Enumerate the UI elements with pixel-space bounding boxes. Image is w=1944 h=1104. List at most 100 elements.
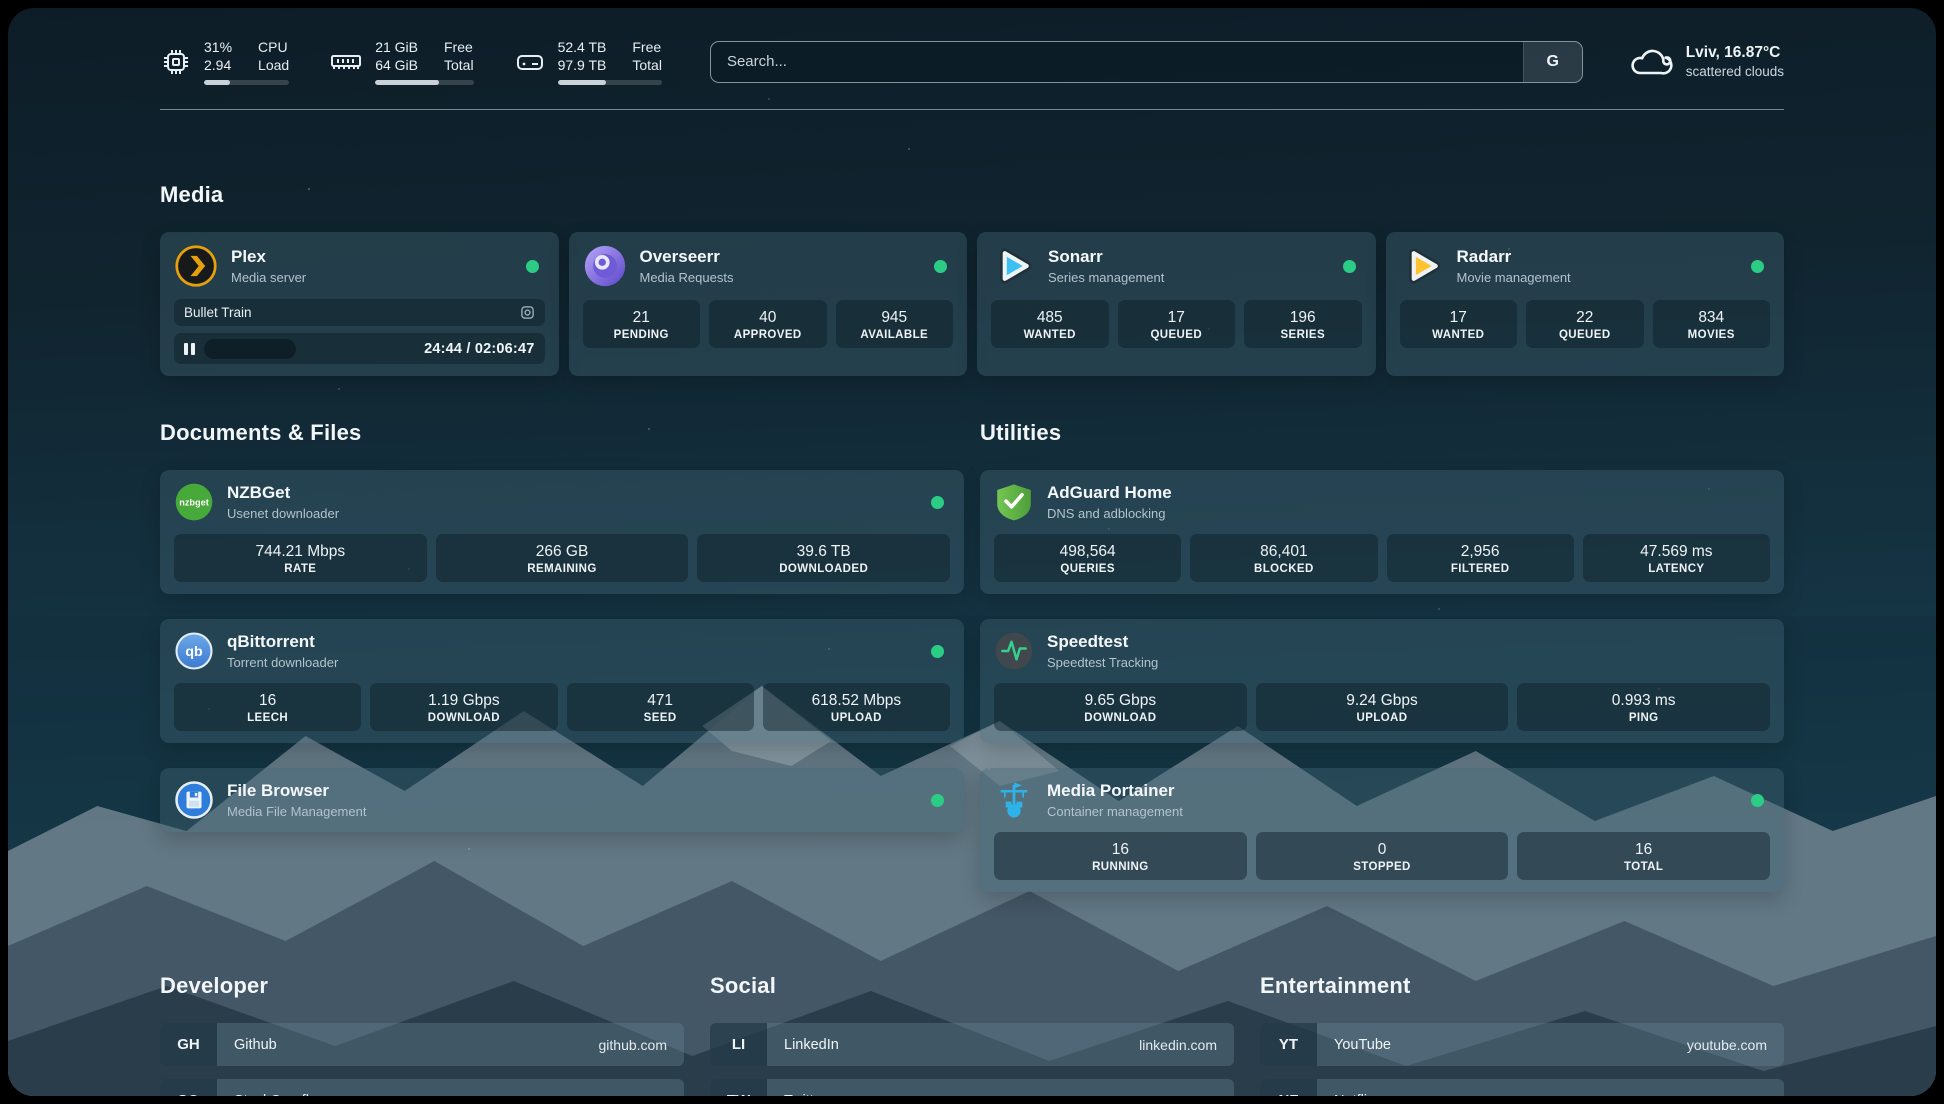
section-title-social: Social [710, 973, 1234, 999]
memory-label-bottom: Total [444, 56, 474, 74]
link-badge: YT [1260, 1023, 1317, 1066]
link-badge: GH [160, 1023, 217, 1066]
link-url: stackoverflow.com [553, 1079, 684, 1096]
stat-downloaded: 39.6 TBDOWNLOADED [697, 534, 950, 582]
cloud-icon [1627, 45, 1673, 79]
nzbget-icon: nzbget [174, 482, 214, 522]
stat-stopped: 0STOPPED [1256, 832, 1509, 880]
link-badge: NF [1260, 1079, 1317, 1096]
seek-bar[interactable] [204, 339, 296, 359]
top-bar: 31% CPU 2.94 Load [8, 8, 1936, 85]
disk-stat: 52.4 TB Free 97.9 TB Total [514, 38, 662, 85]
stat-download: 9.65 GbpsDOWNLOAD [994, 683, 1247, 731]
link-name: StackOverflow [217, 1079, 327, 1096]
app-description: Movie management [1457, 270, 1571, 285]
app-description: Media server [231, 270, 306, 285]
stat-blocked: 86,401BLOCKED [1190, 534, 1377, 582]
card-nzbget[interactable]: nzbget NZBGet Usenet downloader [160, 470, 964, 594]
cpu-percent: 31% [204, 38, 232, 56]
section-entertainment: Entertainment YT YouTube youtube.com NF … [1260, 973, 1784, 1096]
link-github[interactable]: GH Github github.com [160, 1023, 684, 1066]
section-title-developer: Developer [160, 973, 684, 999]
app-description: Media Requests [640, 270, 734, 285]
app-name: AdGuard Home [1047, 483, 1172, 503]
stat-approved: 40APPROVED [709, 300, 827, 348]
app-name: Speedtest [1047, 632, 1158, 652]
card-adguard[interactable]: AdGuard Home DNS and adblocking 498,564Q… [980, 470, 1784, 594]
memory-label-top: Free [444, 38, 474, 56]
card-sonarr[interactable]: Sonarr Series management 485WANTED 17QUE… [977, 232, 1376, 376]
stat-queries: 498,564QUERIES [994, 534, 1181, 582]
app-description: Speedtest Tracking [1047, 655, 1158, 670]
stat-leech: 16LEECH [174, 683, 361, 731]
link-name: LinkedIn [767, 1023, 839, 1066]
plex-now-playing: Bullet Train [174, 299, 545, 326]
section-title-utilities: Utilities [980, 420, 1784, 446]
stat-available: 945AVAILABLE [836, 300, 954, 348]
pause-button[interactable] [184, 343, 195, 355]
link-url: linkedin.com [1139, 1023, 1234, 1066]
app-name: Sonarr [1048, 247, 1164, 267]
search-bar: G [710, 41, 1583, 83]
section-developer: Developer GH Github github.com SO StackO… [160, 973, 684, 1096]
section-title-media: Media [160, 182, 1784, 208]
app-name: Overseerr [640, 247, 734, 267]
plex-player-bar: 24:44 / 02:06:47 [174, 333, 545, 364]
cpu-label-top: CPU [258, 38, 289, 56]
card-qbittorrent[interactable]: qb qBittorrent Torrent downloader [160, 619, 964, 743]
link-youtube[interactable]: YT YouTube youtube.com [1260, 1023, 1784, 1066]
system-stats: 31% CPU 2.94 Load [160, 38, 662, 85]
status-dot [931, 794, 944, 807]
search-input[interactable] [711, 42, 1523, 82]
link-url: youtube.com [1687, 1023, 1784, 1066]
weather-widget[interactable]: Lviv, 16.87°C scattered clouds [1627, 44, 1784, 79]
app-name: File Browser [227, 781, 366, 801]
qbittorrent-icon: qb [174, 631, 214, 671]
search-engine-button[interactable]: G [1523, 42, 1582, 82]
sonarr-icon [991, 244, 1035, 288]
now-playing-title: Bullet Train [184, 305, 252, 320]
card-portainer[interactable]: Media Portainer Container management 16R… [980, 768, 1784, 892]
card-radarr[interactable]: Radarr Movie management 17WANTED 22QUEUE… [1386, 232, 1785, 376]
section-social: Social LI LinkedIn linkedin.com TW Twitt… [710, 973, 1234, 1096]
adguard-icon [994, 482, 1034, 522]
cpu-label-bottom: Load [258, 56, 289, 74]
stat-remaining: 266 GBREMAINING [436, 534, 689, 582]
disk-label-top: Free [632, 38, 662, 56]
playback-time: 24:44 / 02:06:47 [424, 341, 534, 357]
link-linkedin[interactable]: LI LinkedIn linkedin.com [710, 1023, 1234, 1066]
card-plex[interactable]: Plex Media server Bullet Train [160, 232, 559, 376]
stat-download: 1.19 GbpsDOWNLOAD [370, 683, 557, 731]
stat-upload: 9.24 GbpsUPLOAD [1256, 683, 1509, 731]
browser-frame: 31% CPU 2.94 Load [0, 0, 1944, 1104]
speedtest-icon [994, 631, 1034, 671]
session-icon[interactable] [520, 305, 535, 320]
svg-text:qb: qb [185, 644, 203, 660]
stat-total: 16TOTAL [1517, 832, 1770, 880]
radarr-icon [1400, 244, 1444, 288]
card-overseerr[interactable]: Overseerr Media Requests 21PENDING 40APP… [569, 232, 968, 376]
stat-latency: 47.569 msLATENCY [1583, 534, 1770, 582]
stat-upload: 618.52 MbpsUPLOAD [763, 683, 950, 731]
link-netflix[interactable]: NF Netflix netflix.com [1260, 1079, 1784, 1096]
disk-progress-bar [558, 80, 662, 85]
link-stackoverflow[interactable]: SO StackOverflow stackoverflow.com [160, 1079, 684, 1096]
disk-icon [514, 46, 546, 78]
card-filebrowser[interactable]: File Browser Media File Management [160, 768, 964, 832]
section-media: Media [160, 182, 1784, 376]
stat-rate: 744.21 MbpsRATE [174, 534, 427, 582]
app-description: Container management [1047, 804, 1183, 819]
status-dot [931, 496, 944, 509]
status-dot [934, 260, 947, 273]
link-twitter[interactable]: TW Twitter twitter.com [710, 1079, 1234, 1096]
disk-total: 97.9 TB [558, 56, 607, 74]
link-name: YouTube [1317, 1023, 1391, 1066]
weather-condition: scattered clouds [1686, 64, 1784, 79]
cpu-load: 2.94 [204, 56, 232, 74]
status-dot [1751, 260, 1764, 273]
card-speedtest[interactable]: Speedtest Speedtest Tracking 9.65 GbpsDO… [980, 619, 1784, 743]
link-name: Twitter [767, 1079, 827, 1096]
cpu-stat: 31% CPU 2.94 Load [160, 38, 289, 85]
header-divider [160, 109, 1784, 110]
status-dot [1751, 794, 1764, 807]
